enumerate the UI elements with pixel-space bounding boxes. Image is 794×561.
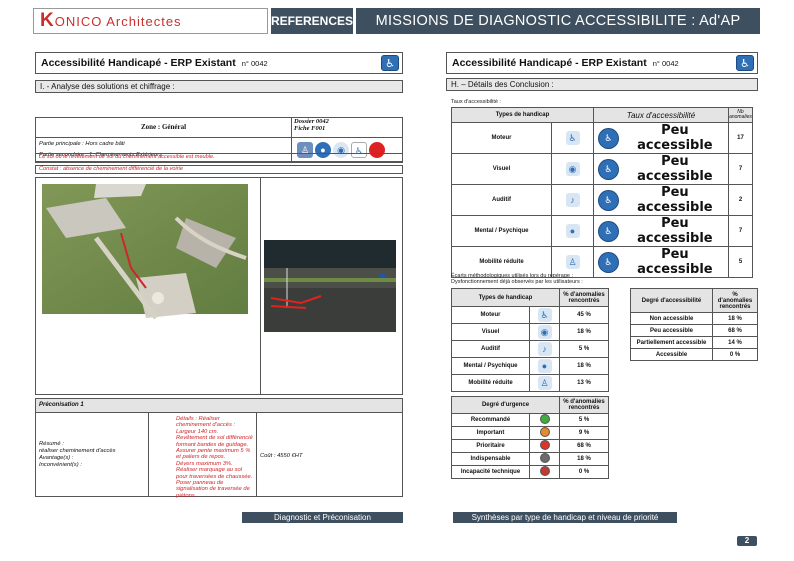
handicap-row: Auditif ♪ 5 % bbox=[451, 340, 609, 358]
head-icon: ● bbox=[537, 359, 552, 373]
status-badge: ♿ Peu accessible bbox=[594, 247, 728, 277]
urgency-row: Recommandé 5 % bbox=[451, 413, 609, 427]
status-badge: ♿ Peu accessible bbox=[594, 185, 728, 215]
status-badge: ♿ Peu accessible bbox=[594, 216, 728, 246]
preconisation-body: Résumé : réaliser cheminement d'accès Av… bbox=[35, 413, 403, 499]
right-footer-bar: Synthèses par type de handicap et niveau… bbox=[453, 512, 677, 523]
preconisation-cost: Coût : 4550 €HT bbox=[260, 453, 303, 459]
preconisation-details: Détails : Réaliser cheminement d'accès :… bbox=[149, 413, 257, 499]
accessibility-degree-table: Degré d'accessibilité % d'anomalies renc… bbox=[630, 288, 758, 361]
wheelchair-icon: ♿ bbox=[565, 131, 580, 145]
urgency-dot-icon bbox=[539, 427, 550, 437]
urgency-dot-icon bbox=[539, 414, 550, 424]
urgency-dot-icon bbox=[539, 453, 550, 463]
photos-box bbox=[35, 177, 403, 395]
urgency-dot-icon bbox=[539, 440, 550, 450]
degree-row: Peu accessible 68 % bbox=[630, 324, 758, 337]
right-doc-title: Accessibilité Handicapé - ERP Existant n… bbox=[446, 52, 758, 74]
handicap-row: Mental / Psychique ● 18 % bbox=[451, 357, 609, 375]
urgency-row: Important 9 % bbox=[451, 426, 609, 440]
handicap-row: Mobilité réduite ♙ 13 % bbox=[451, 374, 609, 392]
company-logo: K ONICO Architectes bbox=[33, 8, 268, 34]
ear-icon: ♪ bbox=[565, 193, 580, 207]
accessibility-logo-icon: ♿ bbox=[598, 189, 619, 211]
degree-row: Partiellement accessible 14 % bbox=[630, 336, 758, 349]
degree-row: Non accessible 18 % bbox=[630, 312, 758, 325]
handicap-percent-table: Types de handicap % d'anomalies rencontr… bbox=[451, 288, 609, 392]
degree-row: Accessible 0 % bbox=[630, 348, 758, 361]
constat-text: Constat : absence de cheminement différe… bbox=[35, 165, 403, 174]
right-section-title: H. – Détails des Conclusion : bbox=[446, 78, 758, 91]
page-header: K ONICO Architectes REFERENCES MISSIONS … bbox=[33, 8, 760, 34]
urgency-row: Incapacité technique 0 % bbox=[451, 465, 609, 479]
zone-label: Zone : Général bbox=[36, 118, 292, 137]
left-doc-title: Accessibilité Handicapé - ERP Existant n… bbox=[35, 52, 403, 74]
references-button[interactable]: REFERENCES bbox=[271, 8, 353, 34]
observation-text: Le sol ou le revêtement de sol du chemin… bbox=[35, 153, 403, 162]
preconisation-title: Préconisation 1 bbox=[35, 398, 403, 413]
left-section-title: I. - Analyse des solutions et chiffrage … bbox=[35, 80, 403, 93]
accessibility-logo-icon: ♿ bbox=[598, 220, 619, 242]
handicap-row: Visuel ◉ 18 % bbox=[451, 323, 609, 341]
rate-row: Auditif ♪ ♿ Peu accessible 2 bbox=[451, 184, 753, 216]
wheelchair-badge-icon: ♿ bbox=[736, 55, 754, 71]
accessibility-logo-icon: ♿ bbox=[598, 158, 619, 180]
urgency-row: Prioritaire 68 % bbox=[451, 439, 609, 453]
ecarts-label-2: Dysfonctionnement déjà observés par les … bbox=[451, 279, 583, 285]
dossier-info: Dossier 0042 Fiche F001 bbox=[294, 118, 329, 132]
street-photo bbox=[261, 178, 402, 394]
eye-icon: ◉ bbox=[537, 325, 552, 339]
partie-principale: Partie principale : Hors cadre bâti bbox=[39, 141, 125, 147]
urgency-dot-icon bbox=[539, 466, 550, 476]
status-badge: ♿ Peu accessible bbox=[594, 154, 728, 184]
wheelchair-icon: ♿ bbox=[537, 308, 552, 322]
accessibility-logo-icon: ♿ bbox=[598, 251, 619, 273]
handicap-row: Moteur ♿ 45 % bbox=[451, 306, 609, 324]
walking-person-icon: ♙ bbox=[565, 255, 580, 269]
page-number: 2 bbox=[737, 536, 757, 546]
wheelchair-badge-icon: ♿ bbox=[381, 55, 399, 71]
rate-row: Moteur ♿ ♿ Peu accessible 17 bbox=[451, 122, 753, 154]
head-icon: ● bbox=[565, 224, 580, 238]
walking-person-icon: ♙ bbox=[537, 376, 552, 390]
taux-label: Taux d'accessibilité : bbox=[451, 99, 501, 105]
ear-icon: ♪ bbox=[537, 342, 552, 356]
missions-title: MISSIONS DE DIAGNOSTIC ACCESSIBILITE : A… bbox=[356, 8, 760, 34]
left-footer-bar: Diagnostic et Préconisation bbox=[242, 512, 403, 523]
status-badge: ♿ Peu accessible bbox=[594, 123, 728, 153]
rate-row: Visuel ◉ ♿ Peu accessible 7 bbox=[451, 153, 753, 185]
rate-row: Mental / Psychique ● ♿ Peu accessible 7 bbox=[451, 215, 753, 247]
urgency-row: Indispensable 18 % bbox=[451, 452, 609, 466]
eye-icon: ◉ bbox=[565, 162, 580, 176]
accessibility-rate-table: Types de handicap Taux d'accessibilité N… bbox=[451, 107, 753, 278]
accessibility-logo-icon: ♿ bbox=[598, 127, 619, 149]
aerial-photo bbox=[36, 178, 261, 394]
urgency-degree-table: Degré d'urgence % d'anomalies rencontrés… bbox=[451, 396, 609, 479]
